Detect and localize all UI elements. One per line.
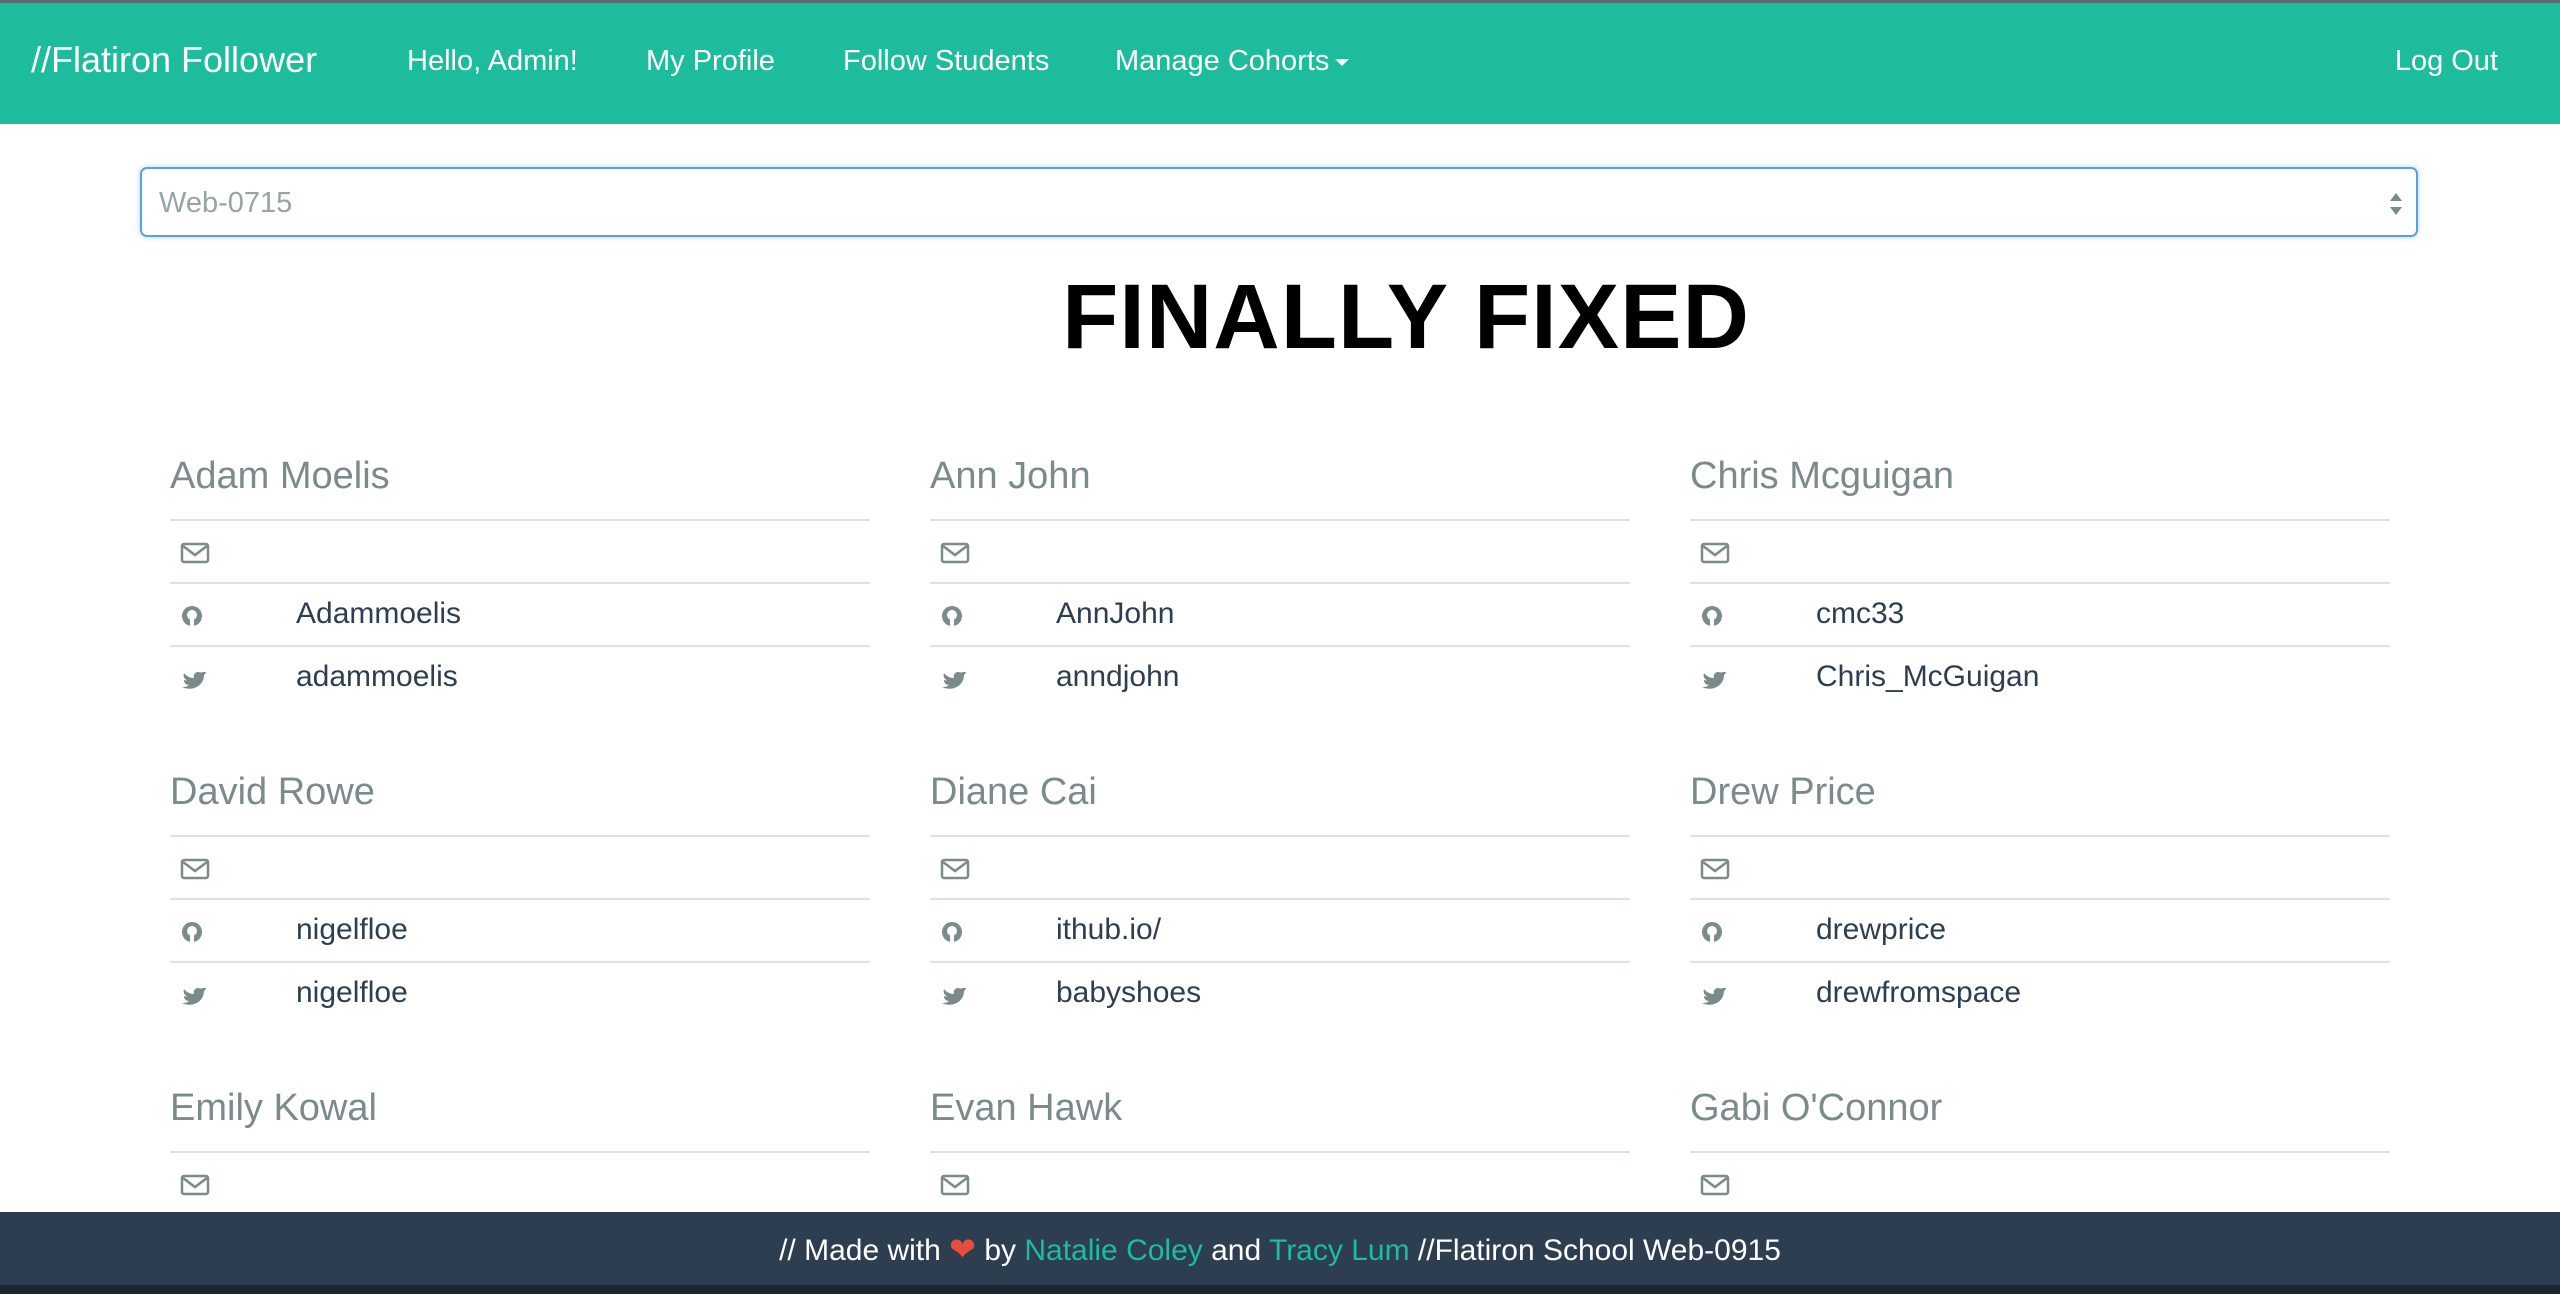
github-row: AnnJohn <box>930 582 1630 647</box>
footer-by: by <box>984 1234 1017 1267</box>
envelope-icon[interactable] <box>180 1173 210 1197</box>
student-name: Emily Kowal <box>170 1087 377 1129</box>
github-handle[interactable]: drewprice <box>1816 913 1946 947</box>
github-row: nigelfloe <box>170 898 870 963</box>
github-handle[interactable]: ithub.io/ <box>1056 913 1161 947</box>
github-handle[interactable]: cmc33 <box>1816 597 1904 631</box>
student-name: Drew Price <box>1690 771 1876 813</box>
email-row <box>930 1151 1630 1216</box>
student-name: Ann John <box>930 455 1091 497</box>
nav-manage-cohorts-label: Manage Cohorts <box>1115 45 1330 77</box>
github-icon <box>1702 606 1722 626</box>
github-icon <box>182 606 202 626</box>
footer-and: and <box>1211 1234 1262 1267</box>
student-name: Diane Cai <box>930 771 1097 813</box>
github-icon <box>942 606 962 626</box>
heart-icon: ❤ <box>949 1231 976 1267</box>
student-name: Gabi O'Connor <box>1690 1087 1943 1129</box>
envelope-icon[interactable] <box>940 1173 970 1197</box>
twitter-handle[interactable]: Chris_McGuigan <box>1816 660 2039 694</box>
footer-credits: // Made with ❤ by Natalie Coley and Trac… <box>0 1230 2560 1268</box>
twitter-icon <box>1702 672 1726 689</box>
github-icon <box>1702 922 1722 942</box>
github-row: ithub.io/ <box>930 898 1630 963</box>
twitter-icon <box>942 672 966 689</box>
author-link-tracy[interactable]: Tracy Lum <box>1269 1234 1410 1267</box>
student-name: Chris Mcguigan <box>1690 455 1954 497</box>
twitter-handle[interactable]: nigelfloe <box>296 976 408 1010</box>
email-row <box>1690 519 2390 584</box>
nav-greeting[interactable]: Hello, Admin! <box>407 45 578 78</box>
email-row <box>170 1151 870 1216</box>
envelope-icon[interactable] <box>1700 1173 1730 1197</box>
twitter-row: Chris_McGuigan <box>1690 645 2390 710</box>
twitter-handle[interactable]: drewfromspace <box>1816 976 2021 1010</box>
email-row <box>170 835 870 900</box>
top-navbar: //Flatiron Follower Hello, Admin! My Pro… <box>0 0 2560 124</box>
caret-down-icon <box>1335 58 1350 66</box>
twitter-row: babyshoes <box>930 961 1630 1026</box>
page-headline: FINALLY FIXED <box>1062 266 1750 368</box>
twitter-row: nigelfloe <box>170 961 870 1026</box>
github-row: cmc33 <box>1690 582 2390 647</box>
student-name: Evan Hawk <box>930 1087 1123 1129</box>
github-handle[interactable]: Adammoelis <box>296 597 461 631</box>
envelope-icon[interactable] <box>1700 857 1730 881</box>
email-row <box>1690 835 2390 900</box>
twitter-row: adammoelis <box>170 645 870 710</box>
author-link-natalie[interactable]: Natalie Coley <box>1024 1234 1202 1267</box>
twitter-handle[interactable]: anndjohn <box>1056 660 1179 694</box>
nav-manage-cohorts[interactable]: Manage Cohorts <box>1115 45 1350 78</box>
envelope-icon[interactable] <box>940 541 970 565</box>
brand-link[interactable]: //Flatiron Follower <box>31 39 317 81</box>
footer-suffix: //Flatiron School Web-0915 <box>1417 1234 1781 1267</box>
footer-prefix: // Made with <box>779 1234 941 1267</box>
email-row <box>170 519 870 584</box>
student-name: Adam Moelis <box>170 455 390 497</box>
github-handle[interactable]: AnnJohn <box>1056 597 1174 631</box>
github-icon <box>942 922 962 942</box>
envelope-icon[interactable] <box>180 541 210 565</box>
bottom-edge-strip <box>0 1285 2560 1294</box>
github-handle[interactable]: nigelfloe <box>296 913 408 947</box>
github-icon <box>182 922 202 942</box>
nav-my-profile[interactable]: My Profile <box>646 45 775 78</box>
select-arrows-icon <box>2390 193 2402 215</box>
twitter-icon <box>182 988 206 1005</box>
envelope-icon[interactable] <box>940 857 970 881</box>
twitter-handle[interactable]: adammoelis <box>296 660 458 694</box>
github-row: Adammoelis <box>170 582 870 647</box>
cohort-select-value: Web-0715 <box>159 187 293 219</box>
twitter-icon <box>1702 988 1726 1005</box>
envelope-icon[interactable] <box>180 857 210 881</box>
student-name: David Rowe <box>170 771 375 813</box>
nav-follow-students[interactable]: Follow Students <box>843 45 1049 78</box>
github-row: drewprice <box>1690 898 2390 963</box>
email-row <box>1690 1151 2390 1216</box>
twitter-icon <box>182 672 206 689</box>
cohort-select[interactable]: Web-0715 <box>140 167 2418 237</box>
email-row <box>930 519 1630 584</box>
page-footer: // Made with ❤ by Natalie Coley and Trac… <box>0 1212 2560 1294</box>
logout-link[interactable]: Log Out <box>2395 45 2498 78</box>
twitter-row: drewfromspace <box>1690 961 2390 1026</box>
twitter-handle[interactable]: babyshoes <box>1056 976 1201 1010</box>
twitter-icon <box>942 988 966 1005</box>
email-row <box>930 835 1630 900</box>
twitter-row: anndjohn <box>930 645 1630 710</box>
envelope-icon[interactable] <box>1700 541 1730 565</box>
